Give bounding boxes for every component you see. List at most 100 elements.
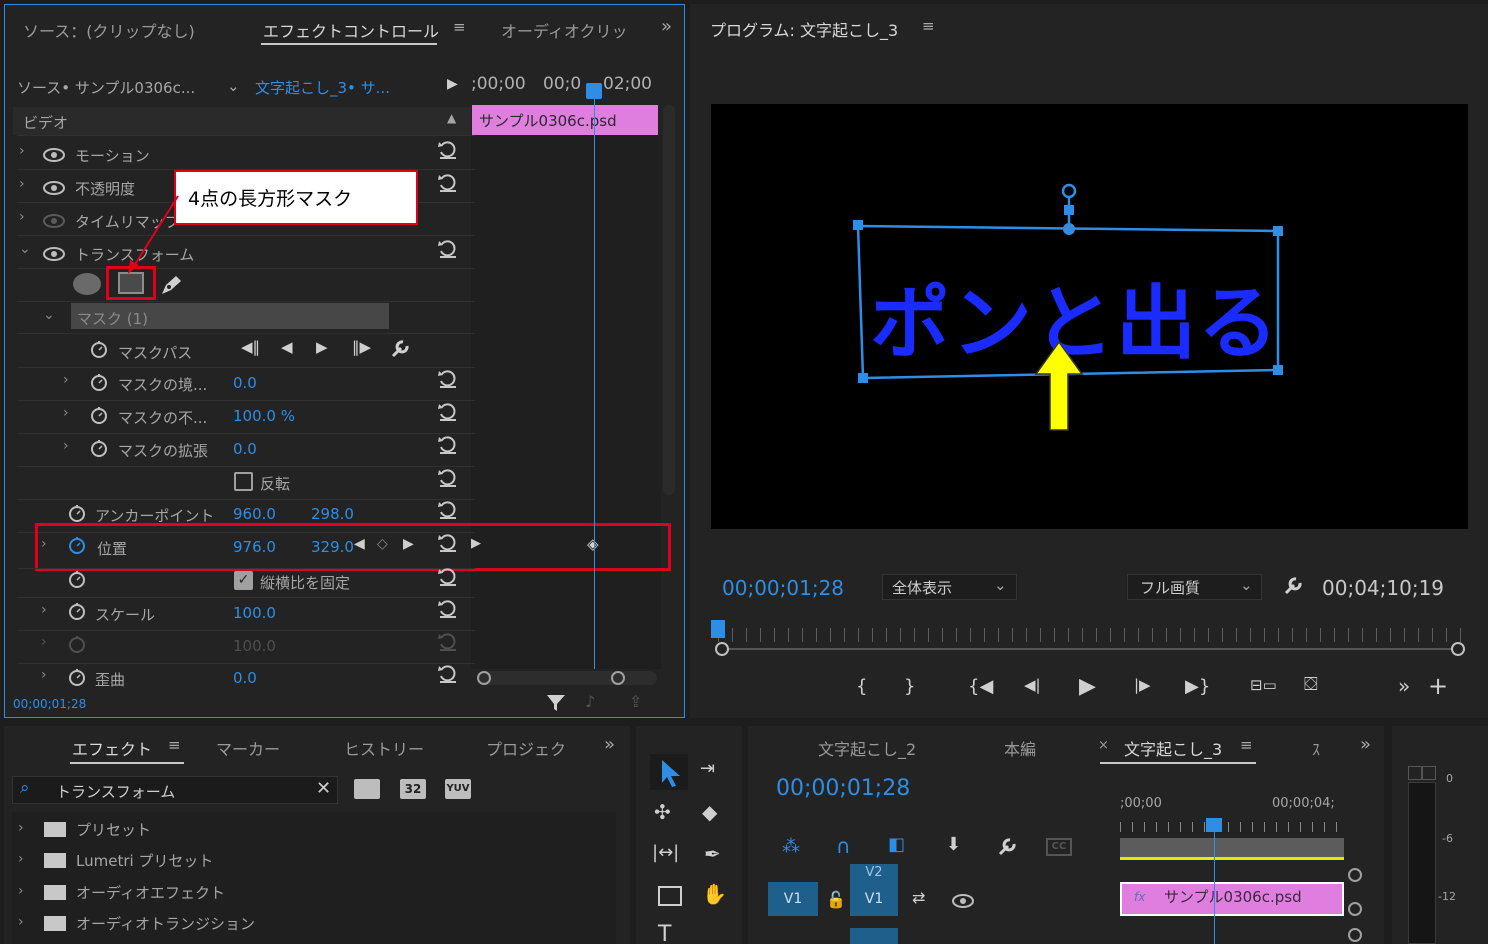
timeline-timecode[interactable]: 00;00;01;28 — [776, 776, 910, 801]
track-forward-frame-icon[interactable]: ▶ — [316, 338, 328, 356]
expand-chevron[interactable]: › — [18, 851, 24, 867]
meter-solo-left[interactable] — [1408, 766, 1422, 780]
mark-in-icon[interactable]: { — [856, 676, 867, 697]
overflow-tabs-icon[interactable]: » — [604, 734, 615, 755]
tab-project[interactable]: プロジェク — [486, 736, 566, 760]
captions-icon[interactable]: CC — [1046, 838, 1072, 856]
tab-sequence-3[interactable]: 文字起こし_3 — [1124, 736, 1222, 760]
mask-expansion-value[interactable]: 0.0 — [233, 440, 257, 458]
ripple-edit-tool-icon[interactable]: ✣ — [654, 800, 671, 824]
collapse-chevron[interactable]: ⌄ — [19, 241, 31, 257]
snap-icon[interactable]: ⁂ — [782, 836, 800, 857]
collapse-chevron[interactable]: ⌄ — [43, 307, 55, 323]
effect-controls-timecode[interactable]: 00;00;01;28 — [13, 697, 86, 711]
stopwatch-icon[interactable] — [68, 602, 86, 620]
eye-icon[interactable] — [43, 181, 65, 195]
timeline-playhead-head[interactable] — [1206, 818, 1222, 832]
panel-menu-icon[interactable]: ≡ — [168, 736, 181, 754]
ellipse-mask-icon[interactable] — [73, 273, 101, 295]
mark-out-icon[interactable]: } — [904, 676, 915, 697]
expand-chevron[interactable]: › — [18, 883, 24, 899]
reset-icon[interactable] — [437, 663, 459, 685]
vertical-scroll-handle[interactable] — [1348, 928, 1362, 942]
eye-icon[interactable] — [43, 247, 65, 261]
tab-sequence-2[interactable]: 文字起こし_2 — [818, 736, 916, 760]
vertical-scroll-handle[interactable] — [1348, 902, 1362, 916]
scroll-handle-left[interactable] — [715, 642, 729, 656]
chevron-down-icon[interactable]: ⌄ — [1240, 576, 1253, 594]
32bit-badge[interactable]: 32 — [400, 779, 426, 799]
reset-icon[interactable] — [437, 139, 459, 161]
reset-icon[interactable] — [437, 172, 459, 194]
reset-icon[interactable] — [437, 434, 459, 456]
list-item[interactable]: オーディオエフェクト — [76, 882, 225, 903]
track-forward-icon[interactable]: ‖▶ — [352, 338, 371, 356]
filter-icon[interactable] — [545, 693, 567, 713]
work-area-bar[interactable] — [1120, 838, 1344, 860]
program-timecode[interactable]: 00;00;01;28 — [722, 576, 844, 600]
zoom-handle-left[interactable] — [477, 671, 491, 685]
wrench-icon[interactable] — [1282, 575, 1304, 597]
tab-history[interactable]: ヒストリー — [344, 736, 424, 760]
stopwatch-icon[interactable] — [90, 373, 108, 391]
scroll-handle-right[interactable] — [1451, 642, 1465, 656]
add-marker-icon[interactable]: ◧ — [888, 834, 905, 855]
track-select-tool-icon[interactable]: ⇥ — [700, 758, 715, 779]
list-item[interactable]: オーディオトランジション — [76, 913, 255, 934]
anchor-x-value[interactable]: 960.0 — [233, 505, 276, 523]
expand-chevron[interactable]: › — [19, 209, 25, 225]
uniform-scale-checkbox[interactable]: ✓ — [234, 571, 253, 590]
rectangle-tool-icon[interactable] — [658, 886, 682, 906]
add-button-icon[interactable]: + — [1428, 672, 1448, 700]
expand-chevron[interactable]: › — [18, 914, 24, 930]
stopwatch-icon[interactable] — [68, 570, 86, 588]
sequence-label[interactable]: 文字起こし_3• サ... — [255, 77, 390, 98]
expand-chevron[interactable]: › — [41, 634, 47, 650]
zoom-handle-right[interactable] — [611, 671, 625, 685]
stopwatch-icon[interactable] — [90, 406, 108, 424]
tab-audio-clip[interactable]: オーディオクリッ — [501, 18, 628, 42]
panel-menu-icon[interactable]: ≡ — [453, 18, 466, 36]
stopwatch-icon[interactable] — [90, 340, 108, 358]
clear-search-icon[interactable]: ✕ — [316, 778, 331, 799]
program-ruler[interactable] — [718, 628, 1464, 642]
track-v1-source[interactable]: V1 — [768, 882, 818, 916]
play-icon[interactable]: ▶ — [1079, 674, 1096, 699]
reset-icon[interactable] — [437, 238, 459, 260]
wrench-icon[interactable] — [996, 836, 1018, 858]
keyframe-scrollbar[interactable] — [663, 105, 675, 495]
reset-icon[interactable] — [437, 401, 459, 423]
lift-icon[interactable]: ⊟▭ — [1250, 676, 1277, 694]
reset-icon[interactable] — [437, 467, 459, 489]
expand-chevron[interactable]: › — [19, 143, 25, 159]
slip-tool-icon[interactable]: |↔| — [652, 842, 679, 863]
source-clip-label[interactable]: ソース• サンプル0306c... — [17, 77, 195, 98]
expand-chevron[interactable]: › — [41, 667, 47, 683]
more-controls-icon[interactable]: » — [1398, 674, 1410, 698]
program-playhead[interactable] — [711, 620, 725, 638]
marker-icon[interactable]: ⬇ — [946, 834, 961, 855]
pen-tool-icon[interactable]: ✒ — [704, 842, 721, 866]
panel-menu-icon[interactable]: ≡ — [922, 17, 935, 35]
vertical-scroll-handle[interactable] — [1348, 868, 1362, 882]
track-v2-target[interactable]: V2 — [850, 864, 898, 882]
sync-lock-icon[interactable]: ⇄ — [912, 888, 925, 907]
tab-source[interactable]: ソース：(クリップなし) — [23, 18, 195, 42]
track-v1-target[interactable]: V1 — [850, 882, 898, 916]
expand-chevron[interactable]: › — [41, 602, 47, 618]
expand-chevron[interactable]: › — [63, 372, 69, 388]
reset-icon[interactable] — [437, 368, 459, 390]
expand-chevron[interactable]: › — [63, 405, 69, 421]
export-frame-icon[interactable]: ⛋ — [1304, 674, 1318, 695]
overflow-tabs-icon[interactable]: » — [1360, 734, 1371, 755]
stopwatch-icon[interactable] — [90, 439, 108, 457]
tab-main[interactable]: 本編 — [1004, 736, 1036, 760]
stopwatch-icon[interactable] — [68, 668, 86, 686]
hand-tool-icon[interactable]: ✋ — [702, 882, 727, 906]
expand-chevron[interactable]: › — [18, 820, 24, 836]
scale-value[interactable]: 100.0 — [233, 604, 276, 622]
tab-effect-controls[interactable]: エフェクトコントロール — [263, 18, 439, 42]
meter-solo-right[interactable] — [1422, 766, 1436, 780]
wrench-icon[interactable] — [389, 338, 411, 360]
expand-chevron[interactable]: › — [19, 176, 25, 192]
